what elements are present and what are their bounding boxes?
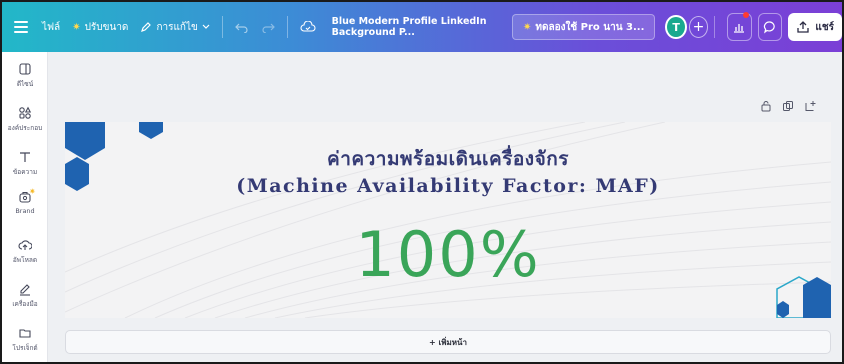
text-icon — [20, 152, 30, 162]
canvas-title-english[interactable]: (Machine Availability Factor: MAF) — [65, 175, 831, 197]
share-button[interactable]: แชร์ — [788, 13, 842, 41]
design-canvas[interactable]: ค่าความพร้อมเดินเครื่องจักร (Machine Ava… — [65, 122, 831, 318]
projects-icon — [19, 329, 31, 338]
lock-icon[interactable] — [760, 100, 772, 112]
draw-tools-icon — [20, 284, 30, 296]
duplicate-page-icon[interactable] — [782, 100, 794, 112]
redo-button[interactable] — [255, 14, 281, 40]
sidebar-item-uploads[interactable]: อัพโหลด — [2, 238, 48, 265]
avatar[interactable]: T — [665, 15, 687, 39]
sidebar-item-label: องค์ประกอบ — [7, 124, 43, 132]
chevron-down-icon — [202, 24, 210, 29]
sidebar-item-elements[interactable]: องค์ประกอบ — [2, 106, 48, 133]
share-label: แชร์ — [815, 21, 835, 33]
sidebar-item-label: เครื่องมือ — [12, 300, 38, 308]
sidebar-item-design[interactable]: ดีไซน์ — [2, 62, 48, 89]
invite-member-button[interactable]: + — [688, 16, 709, 38]
comment-icon — [763, 21, 775, 34]
design-icon — [19, 63, 31, 75]
sidebar-item-label: ข้อความ — [12, 168, 38, 176]
side-panel: ดีไซน์ องค์ประกอบ ข้อความ ✷ Brand อัพโหล… — [2, 52, 48, 362]
upload-icon — [18, 240, 32, 250]
sidebar-item-label: ดีไซน์ — [16, 80, 34, 88]
crown-icon: ✷ — [523, 21, 532, 33]
file-menu[interactable]: ไฟล์ — [36, 14, 66, 40]
editing-mode-dropdown[interactable]: การแก้ไข — [134, 14, 215, 40]
resize-label: ปรับขนาด — [84, 21, 129, 33]
file-menu-label: ไฟล์ — [41, 21, 61, 33]
canvas-title-thai[interactable]: ค่าความพร้อมเดินเครื่องจักร — [65, 144, 831, 174]
crown-icon: ✷ — [29, 187, 36, 196]
pro-trial-label: ทดลองใช้ Pro นาน 3... — [535, 21, 645, 33]
hamburger-menu-icon[interactable] — [14, 21, 28, 33]
cloud-save-status[interactable] — [294, 14, 322, 40]
hexagon-shape — [139, 122, 163, 139]
toolbar-divider — [714, 16, 716, 38]
sidebar-item-brand[interactable]: ✷ Brand — [2, 187, 48, 215]
share-upload-icon — [797, 21, 810, 33]
undo-icon — [234, 23, 248, 33]
app-window: ไฟล์ ✷ ปรับขนาด การแก้ไข Blue Modern Pro… — [0, 0, 844, 364]
page-tools — [760, 100, 816, 112]
availability-value[interactable]: 100% — [65, 218, 831, 291]
sidebar-item-label: Brand — [15, 207, 35, 215]
resize-button[interactable]: ✷ ปรับขนาด — [66, 14, 134, 40]
elements-icon — [19, 106, 32, 119]
redo-icon — [262, 23, 275, 33]
pro-trial-button[interactable]: ✷ ทดลองใช้ Pro นาน 3... — [512, 14, 656, 40]
add-page-button[interactable]: + เพิ่มหน้า — [65, 330, 831, 354]
sidebar-item-label: โปรเจ็กต์ — [12, 344, 38, 352]
toolbar-divider — [286, 16, 288, 38]
sidebar-item-tools[interactable]: เครื่องมือ — [2, 282, 48, 309]
toolbar-divider — [221, 16, 223, 38]
undo-button[interactable] — [229, 14, 255, 40]
pencil-icon — [141, 22, 152, 32]
sidebar-item-text[interactable]: ข้อความ — [2, 150, 48, 177]
document-title[interactable]: Blue Modern Profile LinkedIn Background … — [332, 16, 504, 38]
sidebar-item-projects[interactable]: โปรเจ็กต์ — [2, 326, 48, 353]
add-page-label: + เพิ่มหน้า — [428, 337, 467, 347]
insights-button[interactable] — [727, 12, 752, 41]
top-toolbar: ไฟล์ ✷ ปรับขนาด การแก้ไข Blue Modern Pro… — [2, 2, 842, 52]
add-page-icon[interactable] — [804, 100, 816, 112]
editing-mode-label: การแก้ไข — [156, 21, 198, 33]
cloud-saved-icon — [300, 21, 316, 32]
comments-button[interactable] — [757, 13, 783, 41]
crown-icon: ✷ — [72, 21, 81, 33]
bar-chart-icon — [734, 24, 745, 33]
sidebar-item-label: อัพโหลด — [12, 256, 38, 264]
hexagon-shape — [777, 301, 789, 318]
notification-dot — [742, 12, 749, 18]
